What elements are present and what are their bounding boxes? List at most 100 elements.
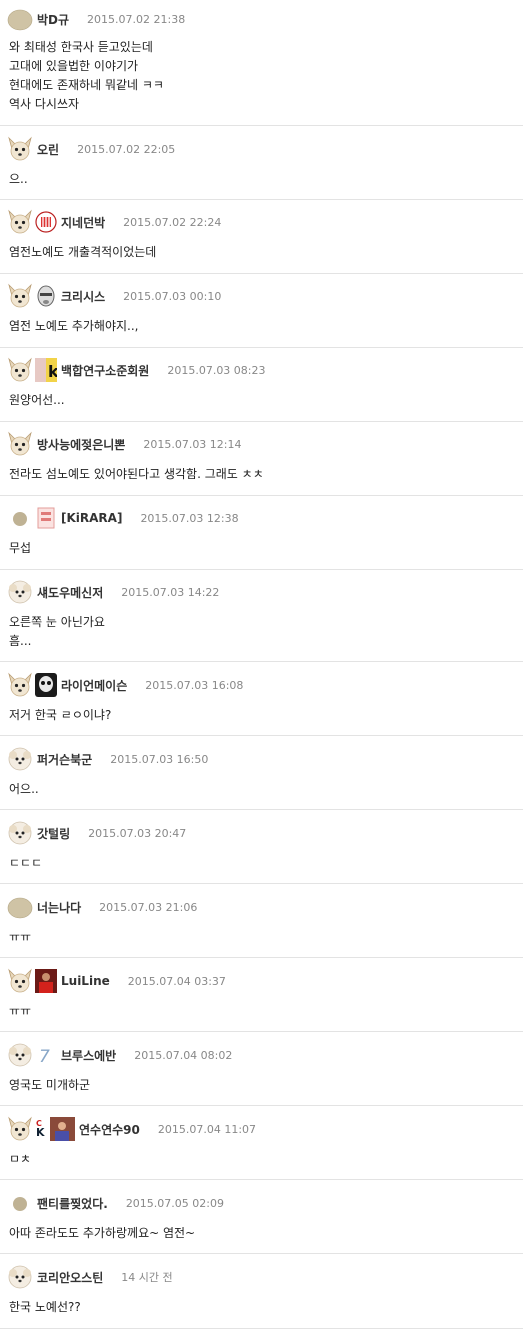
comment-text: 와 최태성 한국사 듣고있는데 고대에 있을법한 이야기가 현대에도 존재하네 …	[9, 40, 164, 111]
comment-author[interactable]: 팬티를찢었다.	[37, 1195, 108, 1212]
comment-author[interactable]: [KiRARA]	[61, 511, 122, 525]
comment-item: 퍼거슨북군 2015.07.03 16:50 어으..	[0, 736, 523, 810]
poodle-avatar-icon[interactable]	[7, 746, 33, 772]
skull-badge-icon	[35, 673, 57, 697]
comment-timestamp: 2015.07.03 12:14	[143, 437, 242, 451]
comment-author[interactable]: 지네던박	[61, 214, 105, 231]
comment-timestamp: 2015.07.03 16:08	[145, 678, 244, 692]
comment-timestamp: 2015.07.04 11:07	[157, 1122, 257, 1136]
comment-header: 갓털링 2015.07.03 20:47	[0, 818, 523, 848]
comment-text: 저거 한국 ㄹㅇ이냐?	[9, 708, 112, 722]
svg-text:K: K	[36, 1126, 45, 1139]
comment-header: 코리안오스틴 14 시간 전	[0, 1262, 523, 1292]
comment-timestamp: 2015.07.02 22:05	[77, 142, 176, 156]
comment-text: ㄷㄷㄷ	[9, 856, 43, 870]
comment-header: 지네던박 2015.07.02 22:24	[0, 207, 523, 237]
comment-timestamp: 2015.07.03 08:23	[167, 363, 266, 377]
comment-text: 무섭	[9, 541, 32, 555]
svg-text:7: 7	[39, 1047, 50, 1067]
comment-timestamp: 2015.07.03 21:06	[99, 900, 198, 914]
comment-timestamp: 2015.07.03 14:22	[121, 585, 220, 599]
comment-timestamp: 2015.07.04 03:37	[127, 974, 226, 988]
comment-author[interactable]: 브루스에반	[61, 1047, 116, 1064]
comment-author[interactable]: 크리시스	[61, 288, 105, 305]
comment-text: 염전 노예도 추가해야지..,	[9, 319, 139, 333]
poodle-avatar-icon[interactable]	[7, 1042, 33, 1068]
comment-author[interactable]: 백합연구소준회원	[61, 362, 149, 379]
chihuahua-avatar-icon[interactable]	[7, 672, 33, 698]
comment-header: 퍼거슨북군 2015.07.03 16:50	[0, 744, 523, 774]
comment-author[interactable]: LuiLine	[61, 974, 110, 988]
comment-author[interactable]: 너는나다	[37, 899, 81, 916]
comment-header: 오린 2015.07.02 22:05	[0, 134, 523, 164]
comment-header: 박D규 2015.07.02 21:38	[0, 4, 523, 34]
comment-item: 크리시스 2015.07.03 00:10 염전 노예도 추가해야지..,	[0, 274, 523, 348]
comment-item: 박D규 2015.07.02 21:38 와 최태성 한국사 듣고있는데 고대에 있…	[0, 0, 523, 126]
chihuahua-avatar-icon[interactable]	[7, 968, 33, 994]
small-round-avatar-icon[interactable]	[7, 505, 33, 531]
comment-timestamp: 2015.07.02 22:24	[123, 215, 222, 229]
comment-author[interactable]: 갓털링	[37, 825, 70, 842]
comment-author[interactable]: 섀도우메신저	[37, 584, 103, 601]
comment-item: 코리안오스틴 14 시간 전 한국 노예선??	[0, 1254, 523, 1329]
comment-text: 영국도 미개하군	[9, 1078, 91, 1092]
poodle-avatar-icon[interactable]	[7, 820, 33, 846]
poodle-avatar-icon[interactable]	[7, 579, 33, 605]
pink-figure-badge-icon	[35, 506, 57, 530]
comment-text: ㅁㅊ	[9, 1152, 32, 1166]
comment-author[interactable]: 오린	[37, 141, 59, 158]
chihuahua-avatar-icon[interactable]	[7, 283, 33, 309]
comment-list: 박D규 2015.07.02 21:38 와 최태성 한국사 듣고있는데 고대에 있…	[0, 0, 523, 1329]
comment-header: 섀도우메신저 2015.07.03 14:22	[0, 577, 523, 607]
comment-header: 7 브루스에반 2015.07.04 08:02	[0, 1040, 523, 1070]
small-round-avatar-icon[interactable]	[7, 1190, 33, 1216]
comment-timestamp: 2015.07.04 08:02	[134, 1048, 233, 1062]
comment-item: 라이언메이슨 2015.07.03 16:08 저거 한국 ㄹㅇ이냐?	[0, 662, 523, 736]
comment-timestamp: 2015.07.03 20:47	[88, 826, 187, 840]
comment-text: 전라도 섬노예도 있어야된다고 생각함. 그래도 ㅊㅊ	[9, 467, 264, 481]
comment-author[interactable]: 연수연수90	[79, 1121, 140, 1138]
comment-header: 팬티를찢었다. 2015.07.05 02:09	[0, 1188, 523, 1218]
comment-timestamp: 2015.07.03 12:38	[140, 511, 239, 525]
ck-pair-badge-icon: CK	[35, 1117, 75, 1141]
comment-item: 갓털링 2015.07.03 20:47 ㄷㄷㄷ	[0, 810, 523, 884]
comment-author[interactable]: 라이언메이슨	[61, 677, 127, 694]
comment-header: 방사능에젖은니뽄 2015.07.03 12:14	[0, 429, 523, 459]
chihuahua-avatar-icon[interactable]	[7, 357, 33, 383]
comment-header: 라이언메이슨 2015.07.03 16:08	[0, 670, 523, 700]
comment-header: 크리시스 2015.07.03 00:10	[0, 281, 523, 311]
number-7-badge-icon: 7	[35, 1043, 57, 1067]
comment-item: 7 브루스에반 2015.07.04 08:02 영국도 미개하군	[0, 1032, 523, 1106]
comment-header: [KiRARA] 2015.07.03 12:38	[0, 503, 523, 533]
comment-text: ㅠㅠ	[9, 930, 32, 944]
comment-item: 팬티를찢었다. 2015.07.05 02:09 아따 존라도도 추가하랑께요~ 염…	[0, 1180, 523, 1254]
comment-timestamp: 2015.07.03 16:50	[110, 752, 209, 766]
comment-author[interactable]: 박D규	[37, 11, 69, 28]
comment-timestamp: 2015.07.05 02:09	[125, 1196, 224, 1210]
comment-item: LuiLine 2015.07.04 03:37 ㅠㅠ	[0, 958, 523, 1032]
round-beige-avatar-icon[interactable]	[7, 894, 33, 920]
chihuahua-avatar-icon[interactable]	[7, 209, 33, 235]
comment-header: 너는나다 2015.07.03 21:06	[0, 892, 523, 922]
round-beige-avatar-icon[interactable]	[7, 6, 33, 32]
comment-text: 으..	[9, 172, 28, 186]
comment-author[interactable]: 퍼거슨북군	[37, 751, 92, 768]
comment-timestamp: 2015.07.02 21:38	[87, 12, 186, 26]
comment-author[interactable]: 방사능에젖은니뽄	[37, 436, 125, 453]
comment-header: LuiLine 2015.07.04 03:37	[0, 966, 523, 996]
comment-header: C K 연수연수90 2015.07.04 11:07	[0, 1114, 523, 1144]
club-crest-badge-icon	[35, 210, 57, 234]
comment-timestamp: 2015.07.03 00:10	[123, 289, 222, 303]
chihuahua-avatar-icon[interactable]	[7, 1116, 33, 1142]
comment-text: 아따 존라도도 추가하랑께요~ 염전~	[9, 1226, 196, 1240]
comment-item: 오린 2015.07.02 22:05 으..	[0, 126, 523, 200]
anime-k-badge-icon: k	[35, 358, 59, 382]
chihuahua-avatar-icon[interactable]	[7, 431, 33, 457]
comment-item: k 백합연구소준회원 2015.07.03 08:23 원양어선...	[0, 348, 523, 422]
red-player-badge-icon	[35, 969, 57, 993]
comment-text: 오른쪽 눈 아닌가요 흠...	[9, 615, 105, 648]
chihuahua-avatar-icon[interactable]	[7, 136, 33, 162]
comment-author[interactable]: 코리안오스틴	[37, 1269, 103, 1286]
poodle-avatar-icon[interactable]	[7, 1264, 33, 1290]
comment-text: ㅠㅠ	[9, 1004, 32, 1018]
